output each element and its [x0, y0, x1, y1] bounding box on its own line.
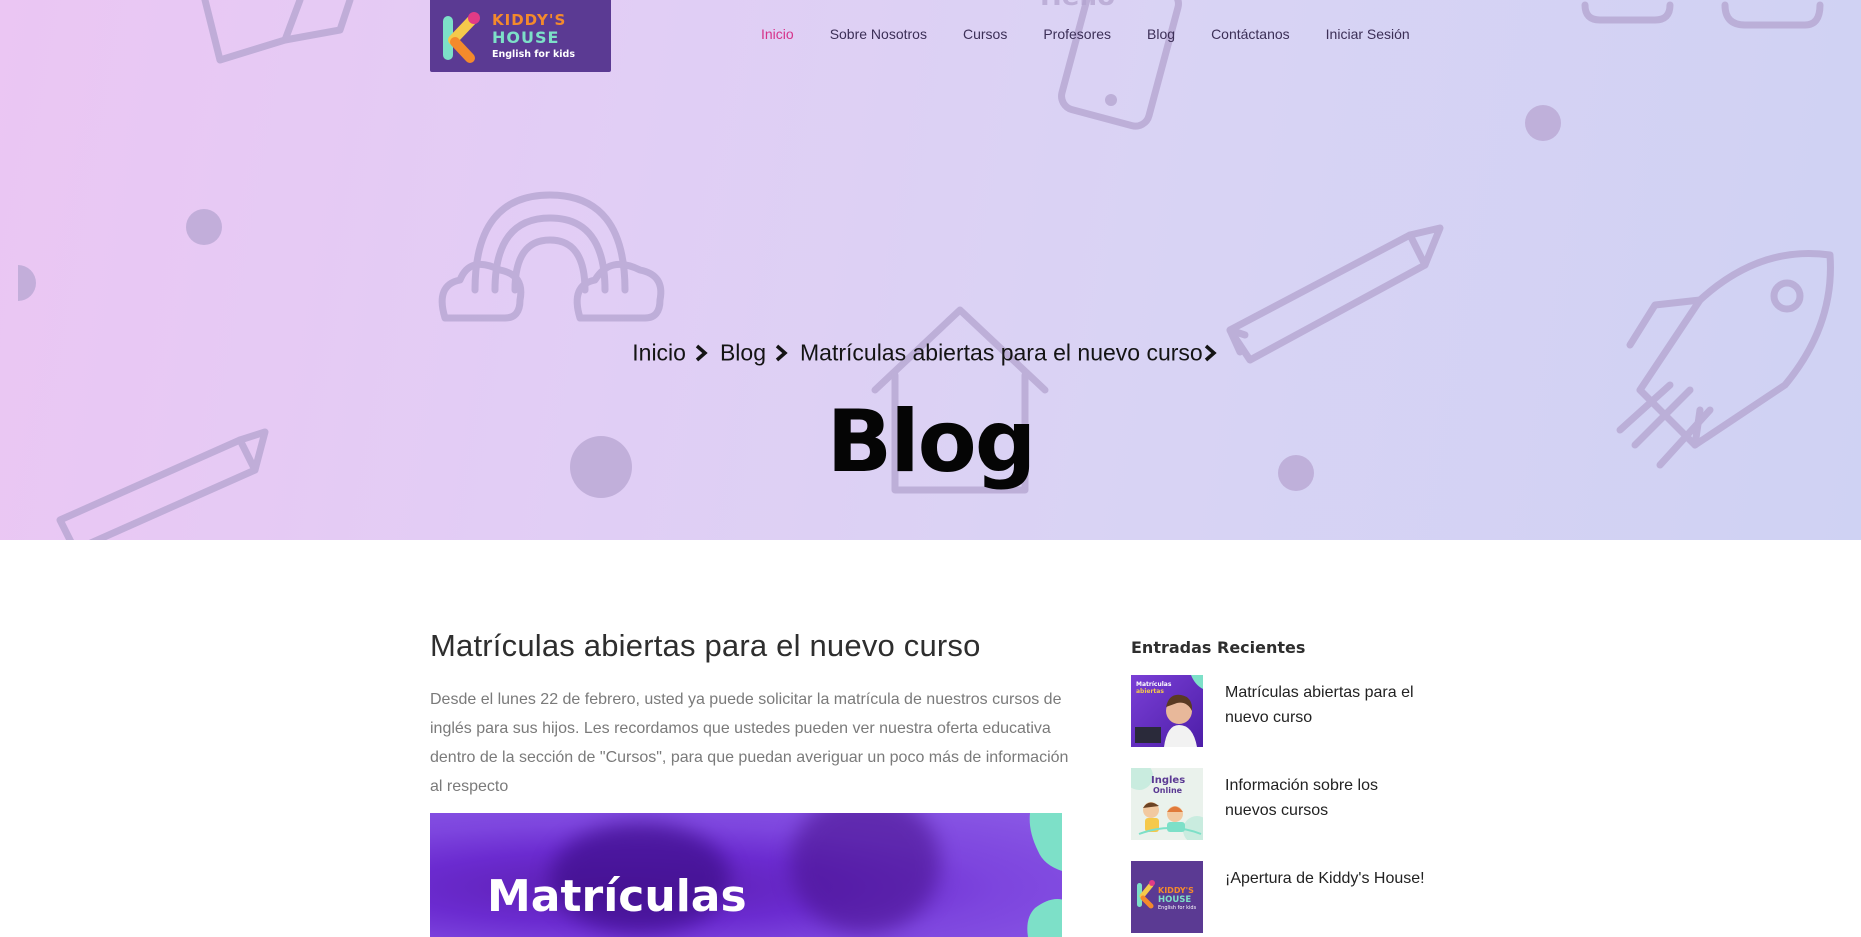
nav-item-sobre-nosotros[interactable]: Sobre Nosotros	[830, 26, 927, 42]
svg-text:KIDDY'S: KIDDY'S	[1158, 886, 1194, 895]
recent-post-thumbnail[interactable]: KIDDY'S HOUSE English for kids	[1131, 861, 1203, 933]
svg-text:HOUSE: HOUSE	[1158, 895, 1191, 905]
chevron-right-icon	[1204, 344, 1217, 362]
hello-doodle-text: Hello	[1040, 0, 1115, 12]
recent-post-item[interactable]: KIDDY'S HOUSE English for kids ¡Apertura…	[1131, 861, 1431, 933]
nav-item-inicio[interactable]: Inicio	[761, 26, 794, 42]
logo-line-2: HOUSE	[492, 27, 560, 47]
logo-k-icon	[440, 8, 484, 64]
recent-post-item[interactable]: Ingles Online Información sobre los nuev…	[1131, 768, 1431, 840]
recent-post-title[interactable]: Matrículas abiertas para el nuevo curso	[1225, 680, 1425, 730]
recent-post-thumbnail[interactable]: Matrículas abiertas	[1131, 675, 1203, 747]
nav-item-blog[interactable]: Blog	[1147, 26, 1175, 42]
svg-text:abiertas: abiertas	[1136, 688, 1164, 695]
svg-text:English for kids: English for kids	[1158, 905, 1197, 911]
recent-post-thumbnail[interactable]: Ingles Online	[1131, 768, 1203, 840]
page-title: Blog	[826, 392, 1037, 492]
breadcrumb: Inicio Blog Matrículas abiertas para el nu…	[0, 338, 1861, 366]
svg-text:Ingles: Ingles	[1151, 775, 1185, 786]
logo-line-1: KIDDY'S	[492, 10, 567, 29]
nav-item-contactanos[interactable]: Contáctanos	[1211, 26, 1290, 42]
recent-post-title[interactable]: Información sobre los nuevos cursos	[1225, 773, 1425, 823]
main-nav: Inicio Sobre Nosotros Cursos Profesores …	[761, 26, 1446, 42]
logo-tagline: English for kids	[492, 48, 575, 60]
breadcrumb-item-inicio[interactable]: Inicio	[632, 339, 686, 365]
breadcrumb-item-current: Matrículas abiertas para el nuevo curso	[800, 339, 1203, 366]
svg-text:Matrículas: Matrículas	[1136, 681, 1172, 688]
mint-shape-decoration	[1027, 813, 1062, 937]
recent-post-title[interactable]: ¡Apertura de Kiddy's House!	[1225, 866, 1425, 891]
post-featured-image: Matrículas	[430, 813, 1062, 937]
nav-item-iniciar-sesion[interactable]: Iniciar Sesión	[1326, 26, 1410, 42]
chevron-right-icon	[775, 344, 788, 362]
breadcrumb-item-blog[interactable]: Blog	[720, 339, 766, 365]
svg-text:Online: Online	[1153, 786, 1183, 795]
chevron-right-icon	[695, 344, 708, 362]
recent-posts-heading: Entradas Recientes	[1131, 638, 1306, 657]
recent-post-item[interactable]: Matrículas abiertas Matrículas abiertas …	[1131, 675, 1431, 747]
site-logo[interactable]: KIDDY'S HOUSE English for kids	[430, 0, 611, 72]
post-title: Matrículas abiertas para el nuevo curso	[430, 628, 981, 663]
post-image-caption: Matrículas	[487, 871, 747, 922]
nav-item-cursos[interactable]: Cursos	[963, 26, 1007, 42]
post-body: Desde el lunes 22 de febrero, usted ya p…	[430, 691, 1069, 795]
nav-item-profesores[interactable]: Profesores	[1043, 26, 1111, 42]
hero-banner: Hello KIDDY'S HOUSE English for kids Ini…	[0, 0, 1861, 540]
